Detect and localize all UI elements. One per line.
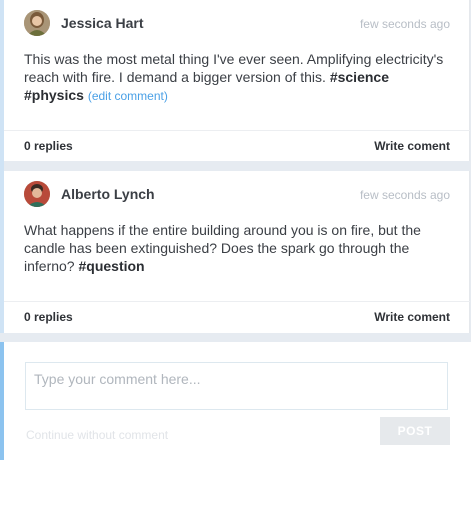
avatar[interactable] — [24, 181, 50, 207]
comment-card: Alberto Lynch few seconds ago What happe… — [4, 171, 470, 333]
comment-text: This was the most metal thing I've ever … — [24, 51, 444, 103]
comment-input[interactable]: Type your comment here... — [25, 362, 448, 410]
edit-comment-link[interactable]: (edit comment) — [88, 89, 168, 103]
comment-header: Jessica Hart few seconds ago — [24, 10, 450, 36]
divider — [4, 130, 470, 131]
avatar[interactable] — [24, 10, 50, 36]
continue-without-comment-link[interactable]: Continue without comment — [26, 428, 168, 442]
write-comment-button[interactable]: Write coment — [374, 310, 450, 324]
replies-count[interactable]: 0 replies — [24, 139, 73, 153]
divider — [4, 301, 470, 302]
write-comment-button[interactable]: Write coment — [374, 139, 450, 153]
author-name[interactable]: Alberto Lynch — [61, 186, 155, 202]
timestamp: few seconds ago — [359, 188, 450, 202]
comment-composer: Type your comment here... Continue witho… — [4, 342, 471, 460]
author-name[interactable]: Jessica Hart — [61, 15, 144, 31]
replies-count[interactable]: 0 replies — [24, 310, 73, 324]
hashtag[interactable]: #physics — [24, 87, 84, 103]
hashtag[interactable]: #science — [330, 69, 389, 85]
comment-header: Alberto Lynch few seconds ago — [24, 181, 450, 207]
post-button[interactable]: POST — [380, 417, 450, 445]
hashtag[interactable]: #question — [78, 258, 144, 274]
comment-text: What happens if the entire building arou… — [24, 222, 421, 274]
timestamp: few seconds ago — [359, 17, 450, 31]
comment-card: Jessica Hart few seconds ago This was th… — [4, 0, 470, 161]
comment-thread: Jessica Hart few seconds ago This was th… — [0, 0, 471, 460]
